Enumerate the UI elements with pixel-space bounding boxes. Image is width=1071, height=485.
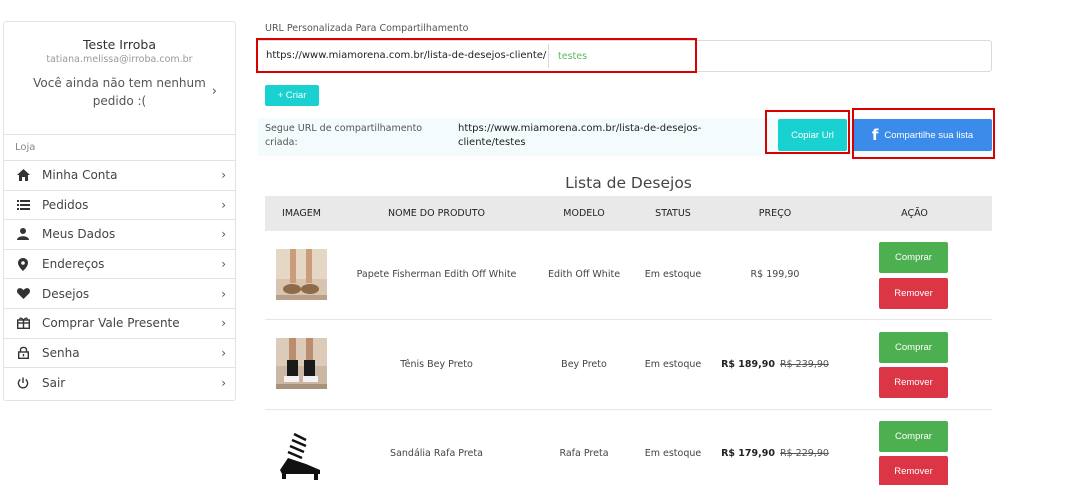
sidebar-item-enderecos[interactable]: Endereços ›	[4, 250, 235, 280]
remove-button[interactable]: Remover	[879, 456, 948, 485]
chevron-right-icon: ›	[221, 316, 226, 331]
table-row: Papete Fisherman Edith Off White Edith O…	[265, 231, 992, 320]
heart-icon	[16, 287, 30, 301]
product-name[interactable]: Sandália Rafa Preta	[338, 448, 535, 459]
remove-button[interactable]: Remover	[879, 367, 948, 398]
sidebar-item-label: Senha	[42, 345, 80, 360]
sidebar-item-label: Sair	[42, 375, 66, 390]
chevron-right-icon: ›	[221, 227, 226, 242]
facebook-icon: f	[871, 126, 879, 144]
profile-card: Teste Irroba tatiana.melissa@irroba.com.…	[4, 22, 235, 135]
price-current: R$ 189,90	[721, 359, 775, 370]
power-icon	[16, 376, 30, 390]
gift-icon	[16, 316, 30, 330]
column-header-action: AÇÃO	[901, 208, 928, 219]
url-prefix: https://www.miamorena.com.br/lista-de-de…	[266, 50, 547, 61]
remove-button[interactable]: Remover	[879, 278, 948, 309]
product-status: Em estoque	[644, 448, 702, 459]
sidebar-item-minha-conta[interactable]: Minha Conta ›	[4, 161, 235, 191]
table-row: Sandália Rafa Preta Rafa Preta Em estoqu…	[265, 410, 992, 485]
sidebar-item-desejos[interactable]: Desejos ›	[4, 279, 235, 309]
product-price: R$ 189,90 R$ 239,90	[713, 359, 837, 370]
share-url-label: URL Personalizada Para Compartilhamento	[265, 23, 469, 34]
product-image-papete[interactable]	[276, 249, 327, 300]
chevron-right-icon: ›	[221, 345, 226, 360]
url-slug-input[interactable]: testes	[558, 51, 587, 62]
chevron-right-icon: ›	[221, 257, 226, 272]
product-model: Edith Off White	[547, 269, 621, 280]
product-model: Bey Preto	[561, 359, 607, 370]
created-url: https://www.miamorena.com.br/lista-de-de…	[458, 123, 702, 148]
sidebar-item-pedidos[interactable]: Pedidos ›	[4, 191, 235, 221]
table-header: IMAGEM NOME DO PRODUTO MODELO STATUS PRE…	[265, 196, 992, 231]
product-name[interactable]: Papete Fisherman Edith Off White	[338, 269, 535, 280]
price-old: R$ 229,90	[780, 448, 829, 459]
column-header-model: MODELO	[563, 208, 605, 219]
created-url-label: Segue URL de compartilhamento criada:	[265, 123, 423, 148]
share-facebook-label: Compartilhe sua lista	[884, 129, 974, 141]
sidebar-item-label: Desejos	[42, 286, 90, 301]
map-pin-icon	[16, 257, 30, 271]
product-price: R$ 199,90	[713, 269, 837, 280]
sidebar-item-label: Comprar Vale Presente	[42, 316, 180, 331]
price-old: R$ 239,90	[780, 359, 829, 370]
create-button[interactable]: + Criar	[265, 85, 319, 106]
home-icon	[16, 168, 30, 182]
buy-button[interactable]: Comprar	[879, 242, 948, 273]
profile-email: tatiana.melissa@irroba.com.br	[46, 54, 193, 65]
sidebar-item-senha[interactable]: Senha ›	[4, 339, 235, 369]
chevron-right-icon: ›	[221, 168, 226, 183]
price-current: R$ 179,90	[721, 448, 775, 459]
copy-url-button[interactable]: Copiar Url	[778, 119, 847, 151]
url-divider	[548, 44, 549, 68]
list-icon	[16, 198, 30, 212]
product-image-sandalia-rafa[interactable]	[276, 430, 327, 481]
product-status: Em estoque	[644, 269, 702, 280]
section-label-store: Loja	[4, 135, 235, 161]
user-icon	[16, 227, 30, 241]
product-price: R$ 179,90 R$ 229,90	[713, 448, 837, 459]
sidebar-item-label: Pedidos	[42, 197, 89, 212]
chevron-right-icon[interactable]: ›	[212, 84, 217, 99]
buy-button[interactable]: Comprar	[879, 332, 948, 363]
product-name[interactable]: Tênis Bey Preto	[338, 359, 535, 370]
product-status: Em estoque	[644, 359, 702, 370]
profile-name: Teste Irroba	[83, 37, 156, 52]
wishlist-title: Lista de Desejos	[565, 174, 692, 192]
table-row: Tênis Bey Preto Bey Preto Em estoque R$ …	[265, 321, 992, 410]
sidebar-item-comprar-vale-presente[interactable]: Comprar Vale Presente ›	[4, 309, 235, 339]
sidebar-item-label: Meus Dados	[42, 227, 116, 242]
chevron-right-icon: ›	[221, 197, 226, 212]
orders-message[interactable]: Você ainda não tem nenhum pedido :(	[4, 74, 235, 110]
price-current: R$ 199,90	[750, 269, 800, 280]
column-header-image: IMAGEM	[282, 208, 321, 219]
share-facebook-button[interactable]: f Compartilhe sua lista	[853, 119, 992, 151]
lock-icon	[16, 346, 30, 360]
product-model: Rafa Preta	[559, 448, 609, 459]
column-header-name: NOME DO PRODUTO	[388, 208, 485, 219]
column-header-price: PREÇO	[758, 208, 792, 219]
product-image-tenis-bey[interactable]	[276, 338, 327, 389]
chevron-right-icon: ›	[221, 286, 226, 301]
sidebar-item-label: Endereços	[42, 257, 105, 272]
share-url-field: https://www.miamorena.com.br/lista-de-de…	[257, 40, 992, 72]
sidebar-item-sair[interactable]: Sair ›	[4, 368, 235, 398]
sidebar-item-meus-dados[interactable]: Meus Dados ›	[4, 220, 235, 250]
sidebar-item-label: Minha Conta	[42, 168, 118, 183]
chevron-right-icon: ›	[221, 375, 226, 390]
buy-button[interactable]: Comprar	[879, 421, 948, 452]
account-sidebar: Teste Irroba tatiana.melissa@irroba.com.…	[3, 21, 236, 401]
column-header-status: STATUS	[655, 208, 691, 219]
